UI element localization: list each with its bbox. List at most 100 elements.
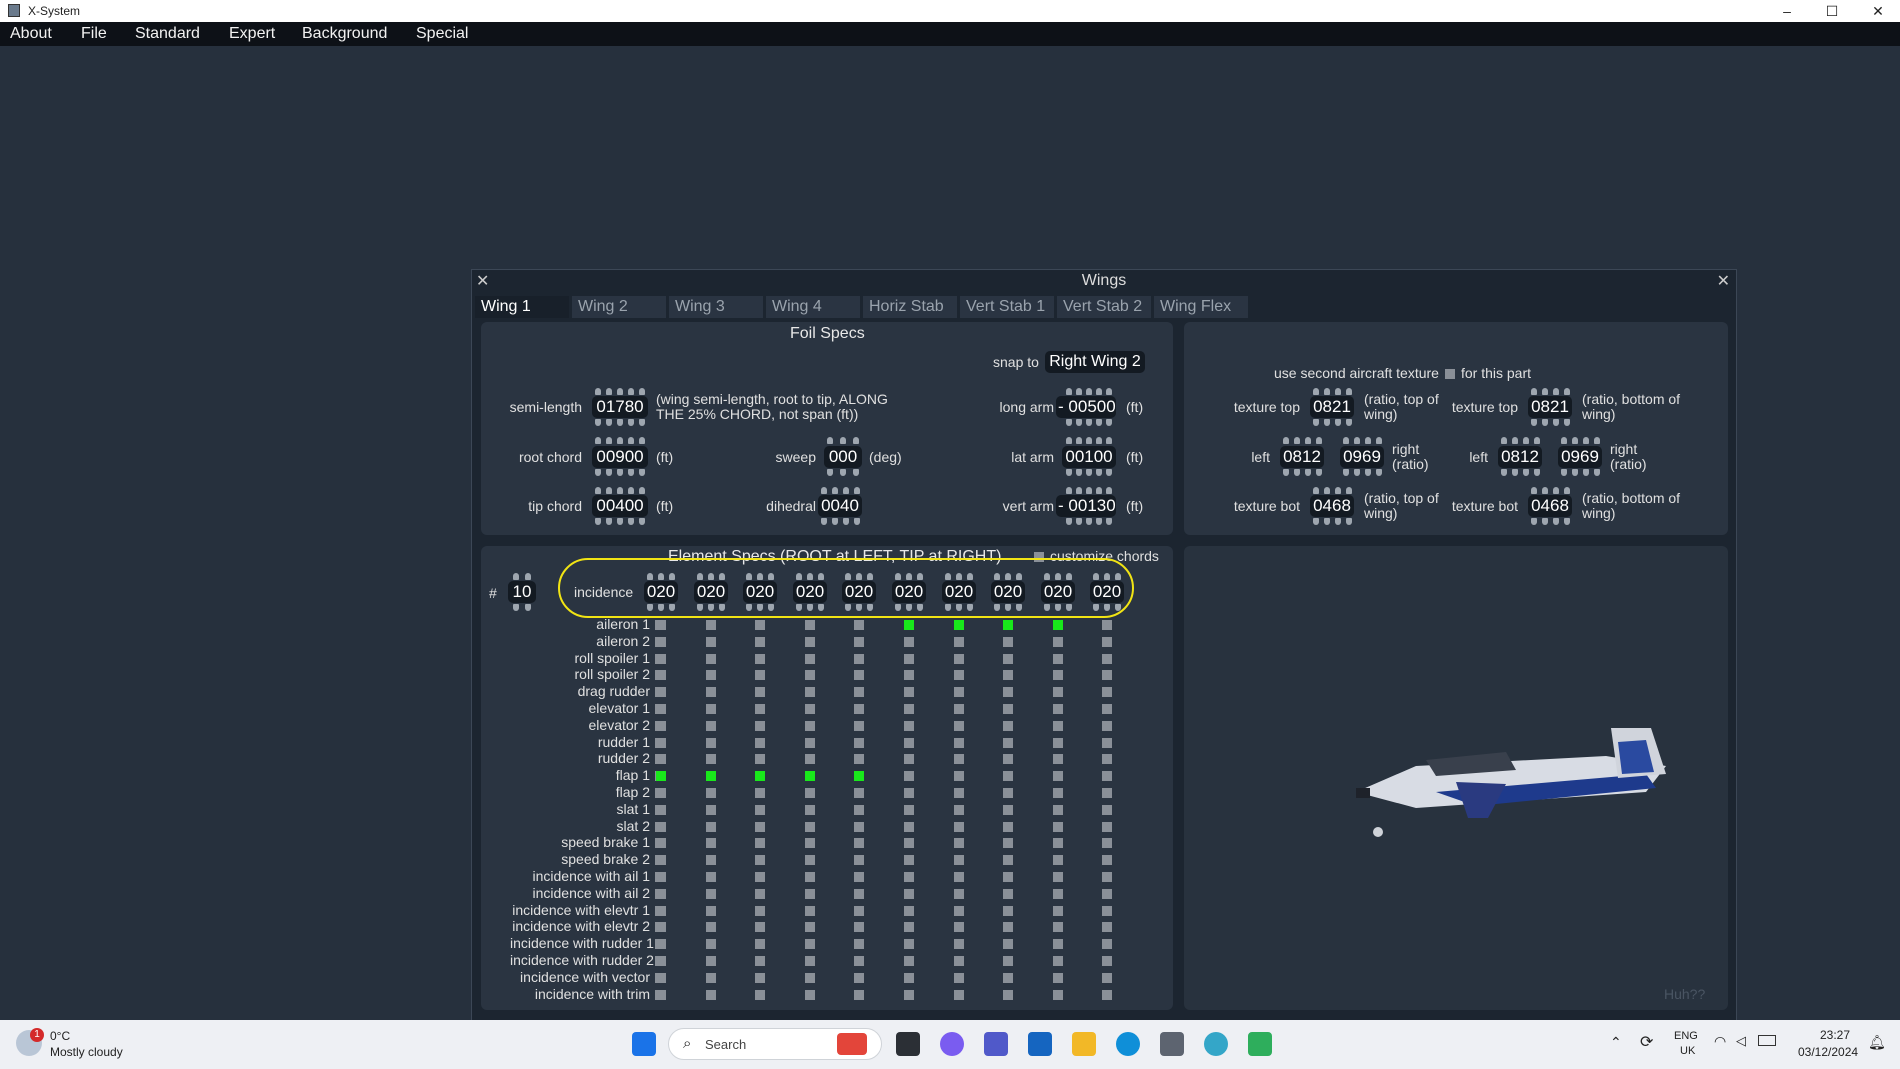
store-icon[interactable] [1028, 1032, 1052, 1056]
surface-checkbox[interactable] [805, 939, 815, 949]
surface-checkbox[interactable] [805, 838, 815, 848]
texture-bot-field[interactable]: 0468 [1310, 495, 1354, 517]
texture-bot-bottom-field[interactable]: 0468 [1528, 495, 1572, 517]
tab-wing-4[interactable]: Wing 4 [766, 296, 860, 318]
surface-checkbox[interactable] [805, 922, 815, 932]
surface-checkbox[interactable] [755, 654, 765, 664]
surface-checkbox[interactable] [854, 620, 864, 630]
chevron-up-icon[interactable]: ⌃ [1610, 1034, 1622, 1051]
surface-checkbox[interactable] [904, 805, 914, 815]
surface-checkbox[interactable] [1102, 637, 1112, 647]
surface-checkbox[interactable] [1053, 654, 1063, 664]
texture-top-bottom-decrement[interactable] [1528, 419, 1572, 426]
long-arm-field[interactable]: - 00500 [1056, 396, 1116, 418]
surface-checkbox[interactable] [755, 805, 765, 815]
semi-length-field[interactable]: 01780 [592, 396, 648, 418]
dihedral-decrement[interactable] [818, 518, 862, 525]
surface-checkbox[interactable] [1053, 721, 1063, 731]
texture-bot-decrement[interactable] [1310, 518, 1354, 525]
surface-checkbox[interactable] [1102, 855, 1112, 865]
surface-checkbox[interactable] [656, 956, 666, 966]
surface-checkbox[interactable] [854, 788, 864, 798]
surface-checkbox[interactable] [805, 738, 815, 748]
surface-checkbox[interactable] [1053, 754, 1063, 764]
surface-checkbox[interactable] [904, 855, 914, 865]
surface-checkbox[interactable] [954, 620, 964, 630]
surface-checkbox[interactable] [1053, 805, 1063, 815]
surface-checkbox[interactable] [805, 754, 815, 764]
surface-checkbox[interactable] [706, 889, 716, 899]
texture-top-bottom-increment[interactable] [1528, 388, 1572, 395]
app-icon-gray[interactable] [1160, 1032, 1184, 1056]
surface-checkbox[interactable] [656, 922, 666, 932]
surface-checkbox[interactable] [854, 838, 864, 848]
texture-left-bottom-field[interactable]: 0812 [1498, 446, 1542, 468]
tab-vert-stab-1[interactable]: Vert Stab 1 [960, 296, 1054, 318]
surface-checkbox[interactable] [805, 670, 815, 680]
surface-checkbox[interactable] [805, 872, 815, 882]
texture-right-field[interactable]: 0969 [1340, 446, 1384, 468]
texture-right-bottom-field[interactable]: 0969 [1558, 446, 1602, 468]
surface-checkbox[interactable] [1003, 687, 1013, 697]
lat-arm-field[interactable]: 00100 [1062, 446, 1116, 468]
surface-checkbox[interactable] [656, 738, 666, 748]
surface-checkbox[interactable] [904, 754, 914, 764]
surface-checkbox[interactable] [904, 738, 914, 748]
surface-checkbox[interactable] [706, 788, 716, 798]
surface-checkbox[interactable] [854, 939, 864, 949]
surface-checkbox[interactable] [954, 771, 964, 781]
surface-checkbox[interactable] [755, 738, 765, 748]
surface-checkbox[interactable] [1003, 838, 1013, 848]
surface-checkbox[interactable] [1102, 990, 1112, 1000]
lat-arm-decrement[interactable] [1064, 469, 1114, 476]
surface-checkbox[interactable] [1102, 872, 1112, 882]
surface-checkbox[interactable] [706, 973, 716, 983]
texture-right-bottom-decrement[interactable] [1558, 469, 1602, 476]
surface-checkbox[interactable] [1003, 754, 1013, 764]
surface-checkbox[interactable] [1003, 637, 1013, 647]
surface-checkbox[interactable] [1053, 990, 1063, 1000]
surface-checkbox[interactable] [706, 939, 716, 949]
surface-checkbox[interactable] [854, 738, 864, 748]
surface-checkbox[interactable] [1102, 939, 1112, 949]
surface-checkbox[interactable] [1102, 822, 1112, 832]
surface-checkbox[interactable] [706, 670, 716, 680]
surface-checkbox[interactable] [656, 687, 666, 697]
surface-checkbox[interactable] [755, 637, 765, 647]
surface-checkbox[interactable] [854, 956, 864, 966]
close-button[interactable]: ✕ [1856, 0, 1900, 22]
surface-checkbox[interactable] [706, 822, 716, 832]
surface-checkbox[interactable] [1003, 956, 1013, 966]
surface-checkbox[interactable] [904, 990, 914, 1000]
surface-checkbox[interactable] [755, 620, 765, 630]
maximize-button[interactable]: ☐ [1810, 0, 1854, 22]
sweep-decrement[interactable] [824, 469, 862, 476]
surface-checkbox[interactable] [954, 637, 964, 647]
texture-left-bottom-decrement[interactable] [1498, 469, 1542, 476]
surface-checkbox[interactable] [854, 922, 864, 932]
surface-checkbox[interactable] [706, 872, 716, 882]
surface-checkbox[interactable] [854, 805, 864, 815]
surface-checkbox[interactable] [805, 805, 815, 815]
surface-checkbox[interactable] [854, 973, 864, 983]
surface-checkbox[interactable] [954, 738, 964, 748]
menu-background[interactable]: Background [302, 25, 387, 43]
surface-checkbox[interactable] [805, 788, 815, 798]
element-count-field[interactable]: 10 [508, 581, 536, 603]
surface-checkbox[interactable] [656, 838, 666, 848]
surface-checkbox[interactable] [656, 990, 666, 1000]
surface-checkbox[interactable] [755, 855, 765, 865]
surface-checkbox[interactable] [1003, 872, 1013, 882]
dihedral-increment[interactable] [818, 487, 862, 494]
surface-checkbox[interactable] [854, 906, 864, 916]
task-view-icon[interactable] [896, 1032, 920, 1056]
surface-checkbox[interactable] [805, 721, 815, 731]
tip-chord-decrement[interactable] [592, 518, 648, 525]
surface-checkbox[interactable] [1053, 939, 1063, 949]
surface-checkbox[interactable] [656, 872, 666, 882]
tab-wing-3[interactable]: Wing 3 [669, 296, 763, 318]
texture-top-bottom-field[interactable]: 0821 [1528, 396, 1572, 418]
surface-checkbox[interactable] [954, 788, 964, 798]
surface-checkbox[interactable] [954, 990, 964, 1000]
close-icon[interactable]: ✕ [1717, 271, 1730, 291]
